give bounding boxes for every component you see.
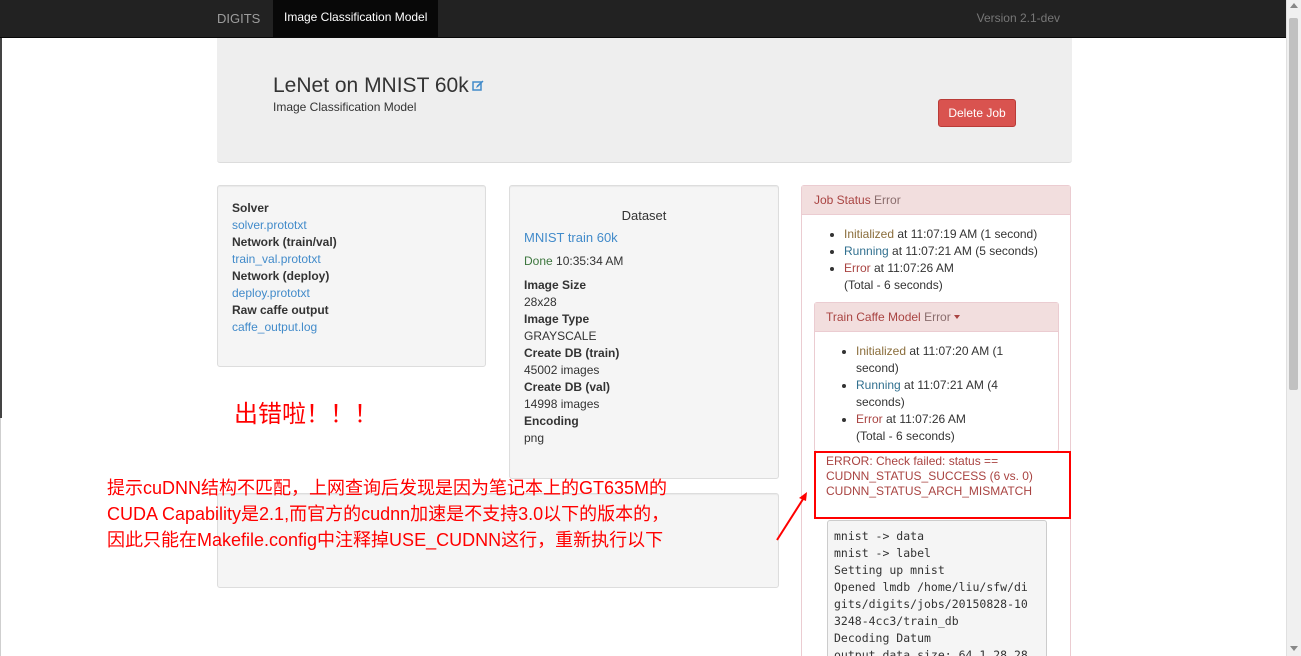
train-task-state: Error [924, 310, 951, 324]
model-files-well: Solver solver.prototxt Network (train/val)… [217, 185, 486, 367]
version-label: Version 2.1-dev [976, 11, 1060, 25]
status-item: Running at 11:07:21 AM (5 seconds) [844, 243, 1070, 260]
status-state: Error [844, 261, 871, 275]
status-item: Initialized at 11:07:20 AM (1 second) [856, 343, 1040, 377]
log-line: 3248-4cc3/train_db [834, 614, 959, 628]
status-item: Initialized at 11:07:19 AM (1 second) [844, 226, 1070, 243]
model-file-label: Solver [232, 201, 269, 215]
annotation-note-line: CUDA Capability是2.1,而官方的cudnn加速是不支持3.0以下… [107, 504, 670, 524]
dataset-property-label: Create DB (val) [524, 380, 611, 394]
log-line: gits/digits/jobs/20150828-10 [834, 597, 1028, 611]
job-header: LeNet on MNIST 60k Image Classification … [217, 38, 1072, 163]
dataset-properties: Image Size 28x28 Image Type GRAYSCALE Create… [524, 277, 619, 447]
navbar: DIGITS Image Classification Model Versio… [0, 0, 1286, 38]
model-file-link[interactable]: train_val.prototxt [232, 251, 337, 268]
job-status-state: Error [874, 193, 901, 207]
annotation-note-line: 提示cuDNN结构不匹配，上网查询后发现是因为笔记本上的GT635M的 [107, 478, 668, 498]
status-item: Error at 11:07:26 AM (Total - 6 seconds) [856, 411, 1040, 445]
dataset-property-value: 28x28 [524, 295, 557, 309]
dataset-property-value: 14998 images [524, 397, 600, 411]
caret-down-icon [953, 315, 960, 319]
status-state: Error [856, 412, 883, 426]
model-file-label: Network (deploy) [232, 269, 330, 283]
train-task-panel: Train Caffe Model Error Initialized at 1… [814, 302, 1059, 452]
log-line: output data size: 64,1,28,28 [834, 648, 1028, 656]
log-line: mnist -> data [834, 529, 925, 543]
log-line: Setting up mnist [834, 563, 945, 577]
edit-icon[interactable] [471, 80, 484, 92]
status-total: (Total - 6 seconds) [856, 429, 955, 443]
train-task-status-list: Initialized at 11:07:20 AM (1 second)Run… [815, 332, 1040, 445]
delete-job-button[interactable]: Delete Job [938, 99, 1016, 127]
model-file-link[interactable]: caffe_output.log [232, 319, 337, 336]
dataset-status: Done 10:35:34 AM [524, 254, 623, 268]
error-highlight-box [814, 451, 1071, 519]
scroll-down-arrow-icon[interactable] [1290, 646, 1298, 651]
status-state: Initialized [844, 227, 895, 241]
job-status-title: Job Status [814, 193, 871, 207]
model-file-label: Network (train/val) [232, 235, 337, 249]
dataset-well: Dataset MNIST train 60k Done 10:35:34 AM… [509, 185, 779, 479]
annotation-note: 提示cuDNN结构不匹配，上网查询后发现是因为笔记本上的GT635M的 CUDA … [107, 475, 787, 553]
window-edge-lower [0, 418, 1, 656]
job-name: LeNet on MNIST 60k [273, 74, 469, 97]
status-state: Running [844, 244, 889, 258]
annotation-arrow-icon [776, 492, 807, 541]
dataset-property-label: Create DB (train) [524, 346, 620, 360]
dataset-property-label: Image Type [524, 312, 590, 326]
dataset-property-value: GRAYSCALE [524, 329, 597, 343]
window-edge [0, 38, 2, 418]
brand-link[interactable]: DIGITS [217, 11, 260, 26]
status-total: (Total - 6 seconds) [844, 278, 943, 292]
dataset-link[interactable]: MNIST train 60k [524, 230, 618, 245]
annotation-headline: 出错啦！！！ [234, 401, 378, 428]
annotation-note-line: 因此只能在Makefile.config中注释掉USE_CUDNN这行，重新执行… [107, 530, 664, 550]
page-title: LeNet on MNIST 60k [273, 74, 484, 98]
status-time: at 11:07:21 AM (5 seconds) [888, 244, 1038, 258]
model-file-link[interactable]: deploy.prototxt [232, 285, 337, 302]
log-line: Decoding Datum [834, 631, 931, 645]
status-state: Running [856, 378, 901, 392]
scroll-up-arrow-icon[interactable] [1290, 3, 1298, 8]
dataset-property-label: Image Size [524, 278, 587, 292]
status-time: at 11:07:26 AM [870, 261, 954, 275]
job-status-list: Initialized at 11:07:19 AM (1 second)Run… [802, 215, 1070, 294]
train-task-header[interactable]: Train Caffe Model Error [815, 303, 1058, 332]
log-line: mnist -> label [834, 546, 931, 560]
train-task-title: Train Caffe Model [826, 310, 921, 324]
dataset-property-label: Encoding [524, 414, 579, 428]
model-file-label: Raw caffe output [232, 303, 329, 317]
status-item: Error at 11:07:26 AM (Total - 6 seconds) [844, 260, 1070, 294]
job-status-header: Job Status Error [802, 186, 1070, 215]
scrollbar-thumb[interactable] [1289, 18, 1298, 390]
model-file-link[interactable]: solver.prototxt [232, 217, 337, 234]
model-files-list: Solver solver.prototxt Network (train/val)… [232, 200, 337, 336]
log-output[interactable]: mnist -> data mnist -> label Setting up mn… [827, 520, 1047, 656]
tab-image-classification-model[interactable]: Image Classification Model [273, 0, 439, 37]
dataset-heading: Dataset [621, 208, 667, 223]
status-time: at 11:07:19 AM (1 second) [894, 227, 1038, 241]
status-item: Running at 11:07:21 AM (4 seconds) [856, 377, 1040, 411]
dataset-status-label: Done [524, 254, 553, 268]
job-type-subtitle: Image Classification Model [273, 100, 417, 114]
status-state: Initialized [856, 344, 907, 358]
dataset-property-value: 45002 images [524, 363, 600, 377]
log-line: Opened lmdb /home/liu/sfw/di [834, 580, 1028, 594]
status-time: at 11:07:26 AM [882, 412, 966, 426]
dataset-property-value: png [524, 431, 545, 445]
dataset-status-time: 10:35:34 AM [556, 254, 624, 268]
